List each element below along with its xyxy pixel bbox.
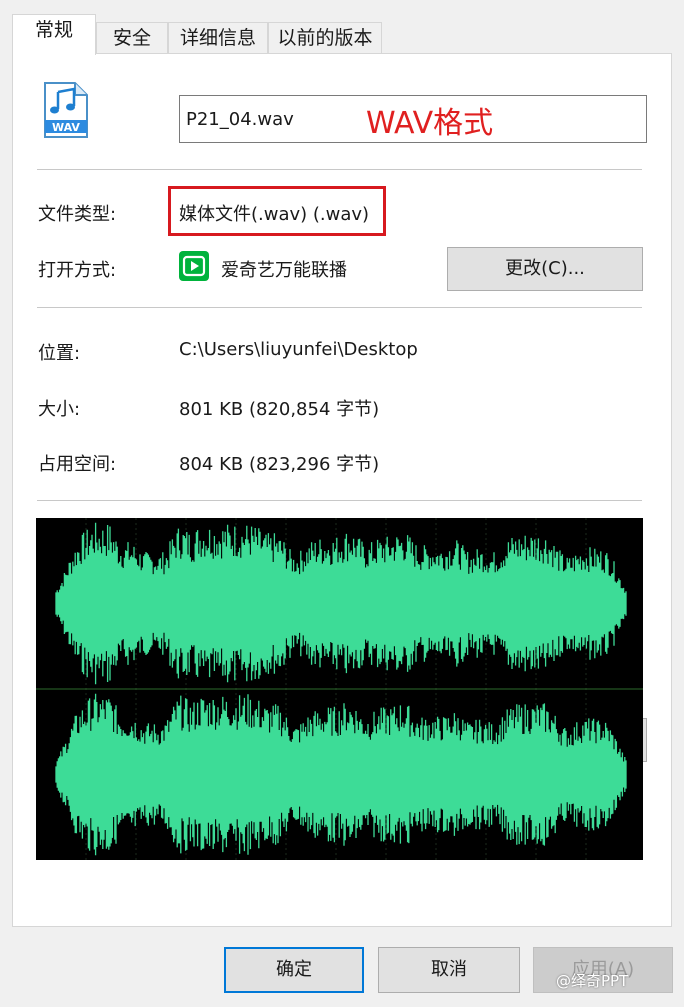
tab-security-label: 安全 [112,27,151,49]
tab-previous-versions-label: 以前的版本 [277,27,373,49]
tab-general[interactable]: 常规 [12,14,96,55]
size-on-disk-value: 804 KB (823,296 字节) [179,454,380,475]
watermark: @绎奇PPT [556,972,629,990]
divider-bottom [37,500,642,501]
divider-top [37,169,642,170]
location-label: 位置: [38,343,81,364]
cancel-button-label: 取消 [431,959,467,980]
open-with-app-name: 爱奇艺万能联播 [221,260,347,281]
change-button-label: 更改(C)... [505,258,585,279]
audio-waveform [36,518,643,860]
properties-panel: WAV WAV格式 文件类型: 媒体文件(.wav) (.wav) 打开方式: … [12,53,672,927]
tab-security[interactable]: 安全 [96,22,168,54]
size-on-disk-label: 占用空间: [38,454,117,475]
size-label: 大小: [38,399,81,420]
open-with-label: 打开方式: [38,260,117,281]
ok-button[interactable]: 确定 [224,947,364,993]
wav-icon-label: WAV [52,121,80,134]
music-file-icon: WAV [44,82,88,138]
size-value: 801 KB (820,854 字节) [179,399,380,420]
location-value: C:\Users\liuyunfei\Desktop [179,339,418,360]
change-button[interactable]: 更改(C)... [447,247,643,291]
highlight-box [168,186,386,236]
ok-button-label: 确定 [276,959,312,980]
tab-previous-versions[interactable]: 以前的版本 [268,22,382,54]
format-annotation: WAV格式 [366,106,494,141]
tab-details[interactable]: 详细信息 [168,22,268,54]
divider-middle [37,307,642,308]
cancel-button[interactable]: 取消 [378,947,520,993]
tab-details-label: 详细信息 [179,27,256,49]
waveform-graphic [36,518,643,860]
file-type-label: 文件类型: [38,204,117,225]
tab-general-label: 常规 [34,19,73,41]
iqiyi-app-icon [179,251,209,281]
